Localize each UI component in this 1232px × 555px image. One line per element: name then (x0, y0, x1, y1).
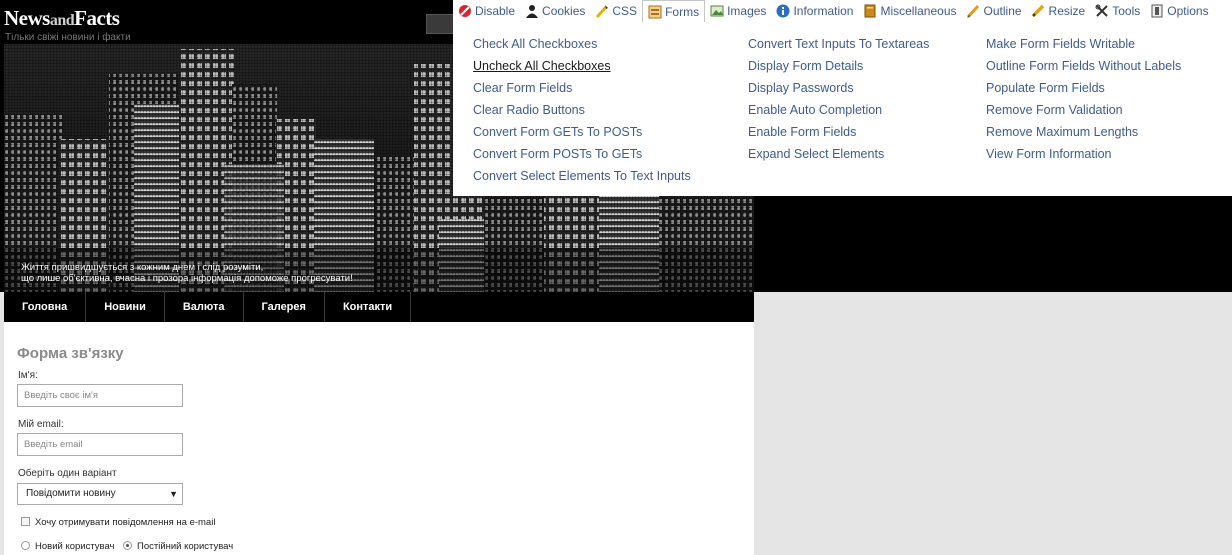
tab-css[interactable]: CSS (590, 0, 642, 22)
subscribe-checkbox[interactable] (21, 517, 30, 526)
tab-outline-label: Outline (983, 4, 1022, 18)
nav-item-home[interactable]: Головна (4, 292, 87, 322)
menu-populate-form-fields[interactable]: Populate Form Fields (986, 77, 1181, 99)
contact-form-section: Форма зв'язку Ім'я: Введіть своє ім'я Мі… (4, 322, 754, 555)
menu-uncheck-all-checkboxes[interactable]: Uncheck All Checkboxes (473, 55, 691, 77)
subscribe-label: Хочу отримувати повідомлення на e-mail (35, 517, 216, 528)
menu-clear-radio-buttons[interactable]: Clear Radio Buttons (473, 99, 691, 121)
web-developer-toolbar-panel: Disable Cookies CSS Forms Images Informa… (453, 0, 1232, 196)
options-icon (1149, 4, 1164, 19)
menu-enable-form-fields[interactable]: Enable Form Fields (748, 121, 929, 143)
site-tagline: Тільки свіжі новини і факти (5, 32, 131, 43)
logo-and: and (49, 12, 75, 29)
name-input[interactable]: Введіть своє ім'я (17, 384, 183, 407)
radio-regular-user-label: Постійний користувач (137, 541, 234, 552)
resize-icon (1031, 4, 1046, 19)
forms-menu-column-2: Convert Text Inputs To Textareas Display… (748, 33, 929, 165)
forms-menu-column-1: Check All Checkboxes Uncheck All Checkbo… (473, 33, 691, 187)
tab-miscellaneous[interactable]: Miscellaneous (858, 0, 961, 22)
menu-expand-select-elements[interactable]: Expand Select Elements (748, 143, 929, 165)
tab-resize-label: Resize (1048, 4, 1086, 18)
choice-label: Оберіть один варіант (18, 468, 117, 479)
tab-disable[interactable]: Disable (453, 0, 520, 22)
menu-convert-posts-to-gets[interactable]: Convert Form POSTs To GETs (473, 143, 691, 165)
menu-display-form-details[interactable]: Display Form Details (748, 55, 929, 77)
menu-convert-gets-to-posts[interactable]: Convert Form GETs To POSTs (473, 121, 691, 143)
outline-icon (966, 4, 981, 19)
menu-remove-form-validation[interactable]: Remove Form Validation (986, 99, 1181, 121)
nav-item-gallery[interactable]: Галерея (244, 292, 325, 322)
menu-outline-fields-without-labels[interactable]: Outline Form Fields Without Labels (986, 55, 1181, 77)
menu-make-fields-writable[interactable]: Make Form Fields Writable (986, 33, 1181, 55)
css-icon (594, 4, 609, 19)
nav-item-contacts[interactable]: Контакти (325, 292, 412, 322)
menu-display-passwords[interactable]: Display Passwords (748, 77, 929, 99)
banner-caption-line2: що лише об'єктивна, вчасна і прозора інф… (21, 273, 353, 284)
email-label: Мій email: (18, 419, 64, 430)
miscellaneous-icon (862, 4, 877, 19)
tab-options[interactable]: Options (1145, 0, 1213, 22)
banner-caption-line1: Життя пришвидшується з кожним днем і слі… (21, 262, 264, 273)
tab-information[interactable]: Information (771, 0, 858, 22)
choice-select[interactable]: Повідомити новину ▼ (17, 483, 183, 505)
dropdown-arrow-icon: ▼ (169, 489, 178, 499)
tab-forms-label: Forms (665, 4, 700, 19)
logo-facts: Facts (74, 6, 120, 30)
site-logo[interactable]: NewsandFacts (4, 6, 120, 31)
nav-item-currency[interactable]: Валюта (165, 292, 244, 322)
menu-convert-select-to-text[interactable]: Convert Select Elements To Text Inputs (473, 165, 691, 187)
name-label: Ім'я: (18, 370, 38, 381)
tab-css-label: CSS (612, 4, 638, 18)
menu-remove-maximum-lengths[interactable]: Remove Maximum Lengths (986, 121, 1181, 143)
email-input[interactable]: Введіть email (17, 433, 183, 456)
disable-icon (457, 4, 472, 19)
tab-disable-label: Disable (475, 4, 516, 18)
forms-menu-column-3: Make Form Fields Writable Outline Form F… (986, 33, 1181, 165)
form-title: Форма зв'язку (17, 345, 124, 362)
menu-view-form-information[interactable]: View Form Information (986, 143, 1181, 165)
banner-caption: Життя пришвидшується з кожним днем і слі… (4, 248, 754, 292)
header-search-box[interactable] (426, 14, 456, 34)
tab-miscellaneous-label: Miscellaneous (880, 4, 957, 18)
forms-icon (647, 4, 662, 19)
menu-check-all-checkboxes[interactable]: Check All Checkboxes (473, 33, 691, 55)
tab-resize[interactable]: Resize (1027, 0, 1091, 22)
tab-options-label: Options (1167, 4, 1209, 18)
main-nav: Головна Новини Валюта Галерея Контакти (4, 292, 754, 322)
tab-tools[interactable]: Tools (1090, 0, 1145, 22)
radio-new-user-label: Новий користувач (35, 541, 115, 552)
tab-information-label: Information (793, 4, 854, 18)
tab-tools-label: Tools (1112, 4, 1141, 18)
radio-new-user[interactable] (21, 541, 30, 550)
tab-images[interactable]: Images (705, 0, 771, 22)
choice-select-value: Повідомити новину (26, 488, 116, 499)
images-icon (709, 4, 724, 19)
nav-item-news[interactable]: Новини (86, 292, 165, 322)
tools-icon (1094, 4, 1109, 19)
menu-enable-auto-completion[interactable]: Enable Auto Completion (748, 99, 929, 121)
menu-clear-form-fields[interactable]: Clear Form Fields (473, 77, 691, 99)
toolbar-tabs: Disable Cookies CSS Forms Images Informa… (453, 0, 1232, 22)
menu-convert-inputs-to-textareas[interactable]: Convert Text Inputs To Textareas (748, 33, 929, 55)
information-icon (775, 4, 790, 19)
logo-news: News (4, 6, 50, 30)
tab-images-label: Images (727, 4, 767, 18)
cookies-icon (524, 4, 539, 19)
radio-regular-user[interactable] (123, 541, 132, 550)
tab-cookies[interactable]: Cookies (520, 0, 590, 22)
tab-outline[interactable]: Outline (962, 0, 1027, 22)
tab-cookies-label: Cookies (542, 4, 586, 18)
tab-forms[interactable]: Forms (642, 0, 706, 22)
